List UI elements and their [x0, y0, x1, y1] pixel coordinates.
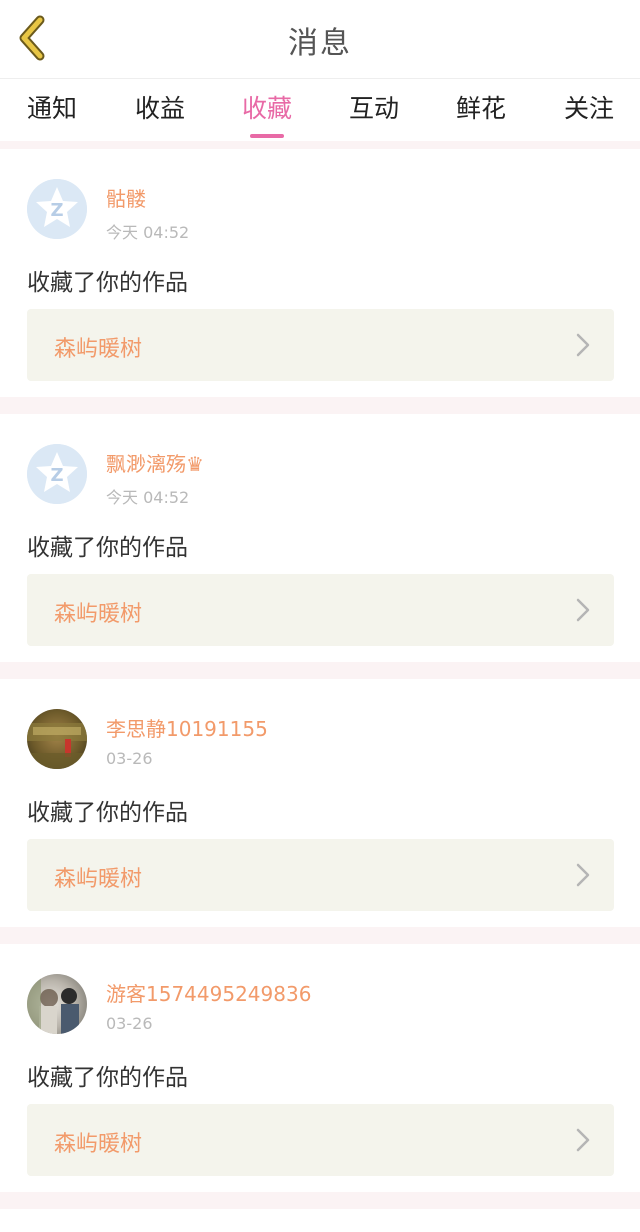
avatar[interactable]: [27, 709, 87, 769]
avatar[interactable]: [27, 974, 87, 1034]
tab-label: 收益: [134, 94, 185, 123]
tab-label: 互动: [348, 94, 399, 123]
work-link[interactable]: 森屿暖树: [27, 574, 614, 646]
tab-notifications[interactable]: 通知: [2, 89, 102, 141]
message-card-partial: [0, 1209, 640, 1232]
message-card: Z 飘渺漓殇♛ 今天 04:52 收藏了你的作品 森屿暖树: [0, 414, 640, 662]
active-tab-indicator: [250, 134, 284, 138]
tab-follows[interactable]: 关注: [539, 89, 639, 141]
avatar[interactable]: Z: [27, 444, 87, 504]
work-title: 森屿暖树: [54, 337, 143, 362]
message-card: 李思静10191155 03-26 收藏了你的作品 森屿暖树: [0, 679, 640, 927]
chevron-right-icon: [576, 1128, 590, 1152]
tab-flowers[interactable]: 鲜花: [431, 89, 531, 141]
messages-page: 消息 通知 收益 收藏 互动 鲜花 关注 Z 骷髅 今天 04:52 收藏了你的…: [0, 0, 640, 1232]
username[interactable]: 骷髅: [106, 183, 146, 212]
timestamp: 今天 04:52: [106, 223, 190, 242]
default-avatar-icon: Z: [27, 179, 87, 239]
work-link[interactable]: 森屿暖树: [27, 309, 614, 381]
message-card: 游客1574495249836 03-26 收藏了你的作品 森屿暖树: [0, 944, 640, 1192]
username[interactable]: 李思静10191155: [106, 713, 268, 742]
username[interactable]: 飘渺漓殇♛: [106, 448, 204, 477]
timestamp: 03-26: [106, 749, 153, 768]
action-text: 收藏了你的作品: [27, 800, 188, 826]
svg-text:Z: Z: [50, 200, 63, 221]
work-link[interactable]: 森屿暖树: [27, 839, 614, 911]
photo-avatar-icon: [27, 723, 87, 769]
timestamp: 今天 04:52: [106, 488, 190, 507]
tab-label: 关注: [563, 94, 614, 123]
tab-favorites[interactable]: 收藏: [217, 89, 317, 141]
work-link[interactable]: 森屿暖树: [27, 1104, 614, 1176]
tab-earnings[interactable]: 收益: [110, 89, 210, 141]
message-card: Z 骷髅 今天 04:52 收藏了你的作品 森屿暖树: [0, 149, 640, 397]
chevron-right-icon: [576, 333, 590, 357]
work-title: 森屿暖树: [54, 602, 143, 627]
tab-label: 鲜花: [455, 94, 506, 123]
tab-label: 通知: [26, 94, 77, 123]
tab-interactions[interactable]: 互动: [324, 89, 424, 141]
chevron-right-icon: [576, 598, 590, 622]
tab-bar: 通知 收益 收藏 互动 鲜花 关注: [0, 79, 640, 141]
top-bar: 消息: [0, 0, 640, 79]
page-title: 消息: [288, 26, 352, 61]
default-avatar-icon: Z: [27, 444, 87, 504]
avatar[interactable]: Z: [27, 179, 87, 239]
action-text: 收藏了你的作品: [27, 270, 188, 296]
username[interactable]: 游客1574495249836: [106, 978, 311, 1007]
photo-avatar-icon: [27, 974, 79, 1034]
work-title: 森屿暖树: [54, 867, 143, 892]
timestamp: 03-26: [106, 1014, 153, 1033]
tab-label: 收藏: [241, 94, 292, 123]
chevron-right-icon: [576, 863, 590, 887]
work-title: 森屿暖树: [54, 1132, 143, 1157]
action-text: 收藏了你的作品: [27, 1065, 188, 1091]
svg-text:Z: Z: [50, 465, 63, 486]
action-text: 收藏了你的作品: [27, 535, 188, 561]
